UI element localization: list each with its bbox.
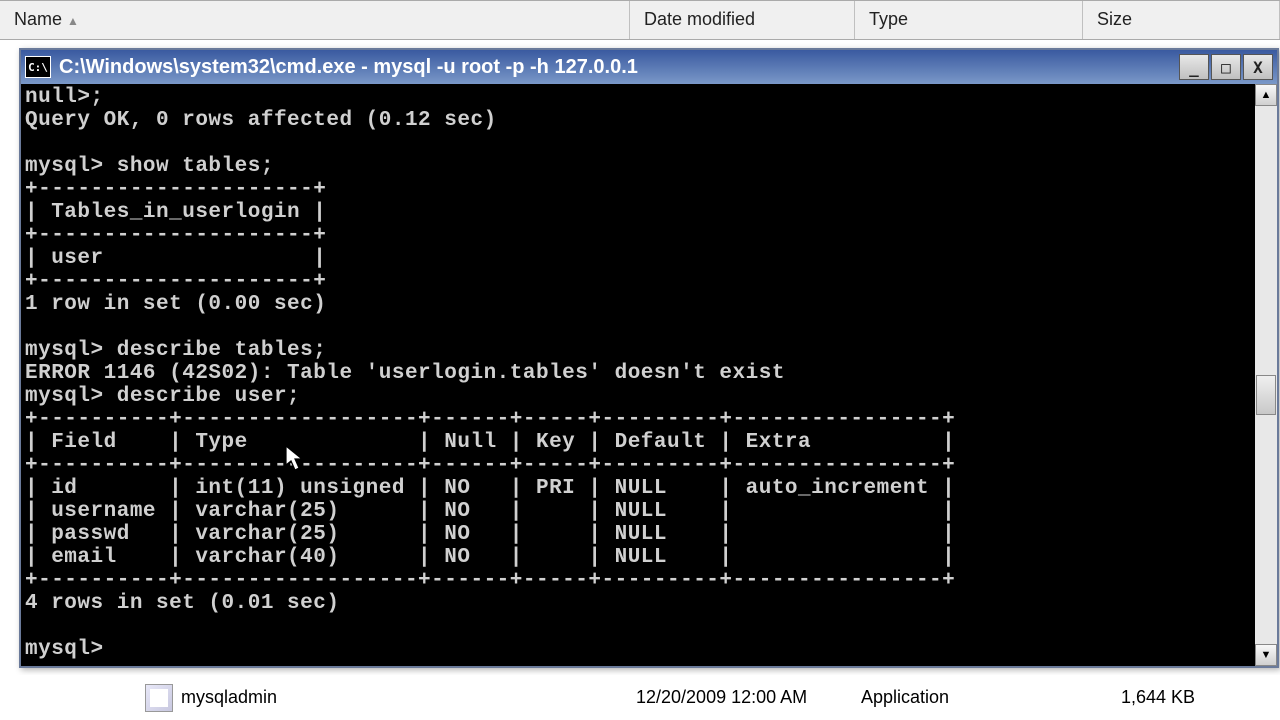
maximize-button[interactable]: □ xyxy=(1211,54,1241,80)
window-title: C:\Windows\system32\cmd.exe - mysql -u r… xyxy=(59,56,1179,79)
scroll-track[interactable] xyxy=(1255,106,1277,644)
column-size-header[interactable]: Size xyxy=(1083,1,1280,39)
column-name-header[interactable]: Name ▲ xyxy=(0,1,630,39)
vertical-scrollbar[interactable]: ▲ ▼ xyxy=(1255,84,1277,666)
sort-asc-icon: ▲ xyxy=(67,14,79,28)
command-prompt-window: C:\ C:\Windows\system32\cmd.exe - mysql … xyxy=(19,48,1279,668)
file-size: 1,644 KB xyxy=(1121,687,1280,708)
file-name: mysqladmin xyxy=(181,687,636,708)
file-type: Application xyxy=(861,687,1121,708)
file-list-item[interactable]: mysqladmin 12/20/2009 12:00 AM Applicati… xyxy=(0,675,1280,720)
left-panel-edge xyxy=(0,40,19,675)
explorer-column-headers: Name ▲ Date modified Type Size xyxy=(0,0,1280,40)
terminal-output[interactable]: null>; Query OK, 0 rows affected (0.12 s… xyxy=(21,84,1255,666)
application-icon xyxy=(145,684,173,712)
window-titlebar[interactable]: C:\ C:\Windows\system32\cmd.exe - mysql … xyxy=(21,50,1277,84)
column-date-header[interactable]: Date modified xyxy=(630,1,855,39)
scroll-up-button[interactable]: ▲ xyxy=(1255,84,1277,106)
file-date: 12/20/2009 12:00 AM xyxy=(636,687,861,708)
scroll-down-button[interactable]: ▼ xyxy=(1255,644,1277,666)
scroll-thumb[interactable] xyxy=(1256,375,1276,415)
cmd-icon: C:\ xyxy=(25,56,51,78)
column-type-header[interactable]: Type xyxy=(855,1,1083,39)
minimize-button[interactable]: _ xyxy=(1179,54,1209,80)
close-button[interactable]: X xyxy=(1243,54,1273,80)
